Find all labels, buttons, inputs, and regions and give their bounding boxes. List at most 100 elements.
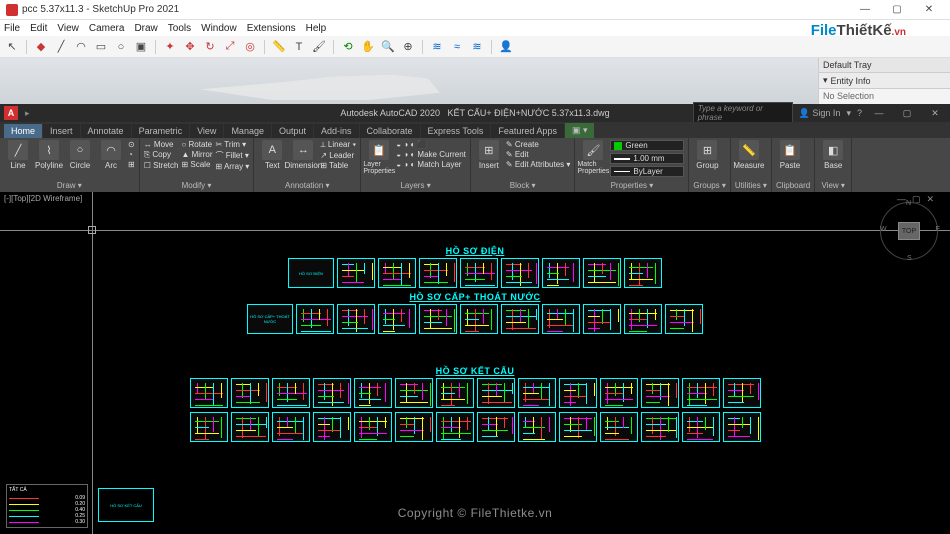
base-button[interactable]: ◧Base [819,140,847,170]
paint2-icon[interactable]: 🖌 [311,39,327,55]
edit-attr-button[interactable]: ✎ Edit Attributes ▾ [506,160,571,169]
text-button[interactable]: AText [258,140,286,170]
tab-featured[interactable]: Featured Apps [491,124,564,138]
match-props-button[interactable]: 🖌Match Properties [579,140,607,175]
scale-button[interactable]: ⊞ Scale [181,160,212,169]
arc-button[interactable]: ◠Arc [97,140,125,170]
paste-button[interactable]: 📋Paste [776,140,804,170]
draw-extra3-icon[interactable]: ⊞ [128,160,135,169]
tab-annotate[interactable]: Annotate [81,124,131,138]
acad-min-button[interactable]: — [868,108,890,118]
menu-draw[interactable]: Draw [134,23,157,34]
maximize-button[interactable]: ▢ [882,1,912,19]
panel-draw-label[interactable]: Draw ▾ [4,180,135,190]
match-layer-button[interactable]: ◒ ◑ ◐ Match Layer [396,160,466,169]
mirror-button[interactable]: ▲ Mirror [181,150,212,159]
panel-utilities-label[interactable]: Utilities ▾ [735,180,767,190]
lineweight-select[interactable]: 1.00 mm [610,153,684,164]
style1-icon[interactable]: ≋ [429,39,445,55]
move-icon[interactable]: ✥ [182,39,198,55]
eraser-icon[interactable]: ◆ [33,39,49,55]
table-button[interactable]: ⊞ Table [320,161,356,170]
menu-tools[interactable]: Tools [168,23,191,34]
pushpull-icon[interactable]: ▣ [133,39,149,55]
insert-button[interactable]: ⊞Insert [475,140,503,170]
menu-extensions[interactable]: Extensions [247,23,296,34]
rotate-button[interactable]: ○ Rotate [181,140,212,149]
menu-window[interactable]: Window [201,23,237,34]
layer-color-select[interactable]: Green [610,140,684,151]
panel-modify-label[interactable]: Modify ▾ [144,180,250,190]
zoom-icon[interactable]: 🔍 [380,39,396,55]
layer-properties-button[interactable]: 📋Layer Properties [365,140,393,175]
tab-insert[interactable]: Insert [43,124,80,138]
tab-parametric[interactable]: Parametric [132,124,190,138]
entity-info-panel[interactable]: ▾Entity Info [819,73,950,89]
viewcube-e[interactable]: E [935,226,940,233]
fillet-button[interactable]: ⌒ Fillet ▾ [215,150,249,161]
minimize-button[interactable]: — [850,1,880,19]
user-icon[interactable]: 👤 [498,39,514,55]
tab-more[interactable]: ▣ ▾ [565,123,595,138]
tape-icon[interactable]: 📏 [271,39,287,55]
array-button[interactable]: ⊞ Array ▾ [215,162,249,171]
linear-button[interactable]: ⟂ Linear ▾ [320,140,356,150]
tab-collaborate[interactable]: Collaborate [360,124,420,138]
draw-extra-icon[interactable]: ⊙ [128,140,135,149]
polyline-button[interactable]: ⌇Polyline [35,140,63,170]
menu-edit[interactable]: Edit [30,23,47,34]
tab-manage[interactable]: Manage [224,124,271,138]
signin-button[interactable]: 👤 Sign In [799,108,841,119]
make-current-button[interactable]: ◒ ◑ ◐ Make Current [396,150,466,159]
scale-icon[interactable]: ⤢ [222,39,238,55]
zoomx-icon[interactable]: ⊕ [400,39,416,55]
panel-layers-label[interactable]: Layers ▾ [365,180,466,190]
viewcube-w[interactable]: W [880,226,887,233]
arc-tool-icon[interactable]: ◠ [73,39,89,55]
panel-annotation-label[interactable]: Annotation ▾ [258,180,356,190]
edit-block-button[interactable]: ✎ Edit [506,150,571,159]
sketchup-viewport[interactable] [0,58,818,104]
style3-icon[interactable]: ≋ [469,39,485,55]
text-icon[interactable]: T [291,39,307,55]
tab-express[interactable]: Express Tools [421,124,491,138]
menu-help[interactable]: Help [306,23,327,34]
qat-icon[interactable]: ▸ [25,108,30,119]
pan-icon[interactable]: ✋ [360,39,376,55]
leader-button[interactable]: ↗ Leader [320,151,356,160]
tab-view[interactable]: View [190,124,223,138]
circle-tool-icon[interactable]: ○ [113,39,129,55]
copy-button[interactable]: ⎘ Copy [144,150,179,160]
draw-extra2-icon[interactable]: ◔ [128,150,135,159]
tab-output[interactable]: Output [272,124,313,138]
group-button[interactable]: ⊞Group [693,140,721,170]
close-button[interactable]: ✕ [914,1,944,19]
measure-button[interactable]: 📏Measure [735,140,763,170]
panel-groups-label[interactable]: Groups ▾ [693,180,725,190]
menu-file[interactable]: File [4,23,20,34]
circle-button[interactable]: ○Circle [66,140,94,170]
app-menu-icon[interactable]: ▾ [846,108,851,119]
offset-icon[interactable]: ◎ [242,39,258,55]
style2-icon[interactable]: ≈ [449,39,465,55]
bylayer-select[interactable]: ByLayer [610,166,684,177]
acad-close-button[interactable]: ✕ [924,108,946,119]
panel-block-label[interactable]: Block ▾ [475,180,571,190]
line-button[interactable]: ╱Line [4,140,32,170]
help-search-input[interactable]: Type a keyword or phrase [693,102,793,124]
viewcube-n[interactable]: N [906,200,911,207]
panel-clipboard-label[interactable]: Clipboard [776,180,810,190]
create-block-button[interactable]: ✎ Create [506,140,571,149]
trim-button[interactable]: ✂ Trim ▾ [215,140,249,149]
panel-view-label[interactable]: View ▾ [819,180,847,190]
tab-addins[interactable]: Add-ins [314,124,359,138]
acad-viewport[interactable]: [-][Top][2D Wireframe] —▢✕ TOP N S E W H… [0,192,950,534]
menu-view[interactable]: View [57,23,79,34]
line-tool-icon[interactable]: ╱ [53,39,69,55]
stretch-button[interactable]: ☐ Stretch [144,161,179,170]
rect-tool-icon[interactable]: ▭ [93,39,109,55]
select-tool-icon[interactable]: ↖ [4,39,20,55]
dimension-button[interactable]: ↔Dimension [289,140,317,170]
tab-home[interactable]: Home [4,124,42,138]
layer-row1[interactable]: ◒ ◑ ◐ ⬛ [396,140,466,149]
